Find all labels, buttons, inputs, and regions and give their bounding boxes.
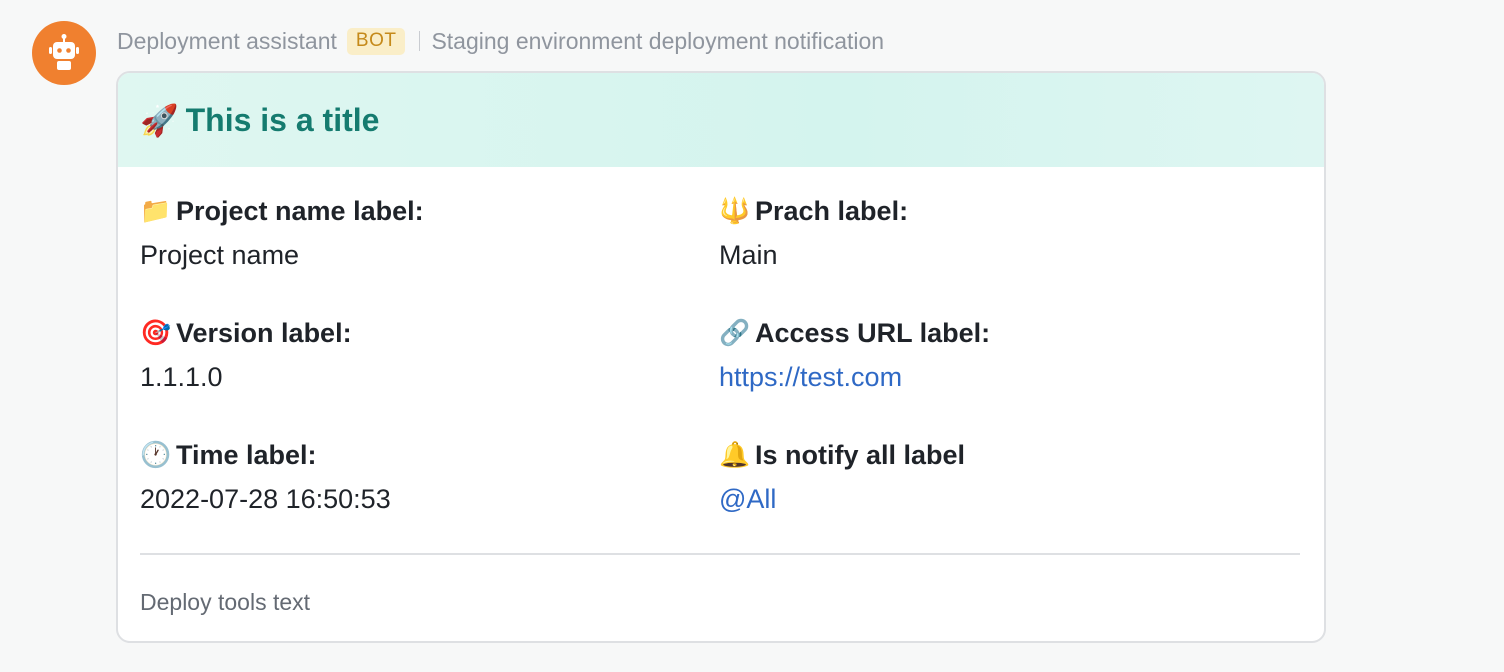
- field-label: 🔗 Access URL label:: [719, 315, 1279, 351]
- robot-icon: [49, 34, 79, 70]
- field-label-text: Prach label:: [755, 195, 909, 226]
- field-value: 2022-07-28 16:50:53: [140, 484, 391, 514]
- folder-icon: 📁: [140, 196, 172, 225]
- field-label: 🕐 Time label:: [140, 437, 700, 473]
- mention-all-link[interactable]: @All: [719, 484, 1279, 516]
- bot-badge: BOT: [346, 27, 406, 55]
- message-subtitle: Staging environment deployment notificat…: [431, 27, 885, 54]
- field-label-text: Is notify all label: [755, 439, 966, 470]
- field-label: 🎯 Version label:: [140, 315, 700, 351]
- field-label: 📁 Project name label:: [140, 193, 700, 229]
- clock-icon: 🕐: [140, 440, 172, 469]
- card-divider: [140, 553, 1300, 555]
- field-value: 1.1.1.0: [140, 362, 223, 392]
- field-label-text: Access URL label:: [755, 317, 991, 348]
- field-time: 🕐 Time label: 2022-07-28 16:50:53: [140, 437, 700, 516]
- field-access-url: 🔗 Access URL label: https://test.com: [719, 315, 1279, 394]
- bell-icon: 🔔: [719, 440, 751, 469]
- card-body: 📁 Project name label: Project name 🔱 Pra…: [116, 71, 1326, 643]
- field-label: 🔔 Is notify all label: [719, 437, 1279, 473]
- trident-icon: 🔱: [719, 196, 751, 225]
- field-label-text: Time label:: [176, 439, 317, 470]
- field-notify-all: 🔔 Is notify all label @All: [719, 437, 1279, 516]
- link-icon: 🔗: [719, 318, 751, 347]
- bot-avatar[interactable]: [32, 21, 96, 85]
- target-icon: 🎯: [140, 318, 172, 347]
- field-label: 🔱 Prach label:: [719, 193, 1279, 229]
- header-separator: [419, 31, 421, 51]
- field-value: Project name: [140, 240, 300, 270]
- field-project-name: 📁 Project name label: Project name: [140, 193, 700, 272]
- card-footer: Deploy tools text: [140, 589, 311, 615]
- field-value: Main: [719, 240, 778, 270]
- access-url-link[interactable]: https://test.com: [719, 362, 1279, 394]
- field-branch: 🔱 Prach label: Main: [719, 193, 1279, 272]
- field-label-text: Version label:: [176, 317, 352, 348]
- message-header: Deployment assistant BOT Staging environ…: [117, 24, 884, 58]
- field-label-text: Project name label:: [176, 195, 424, 226]
- field-version: 🎯 Version label: 1.1.1.0: [140, 315, 700, 394]
- sender-name[interactable]: Deployment assistant: [117, 28, 337, 55]
- bot-message: Deployment assistant BOT Staging environ…: [0, 0, 1504, 672]
